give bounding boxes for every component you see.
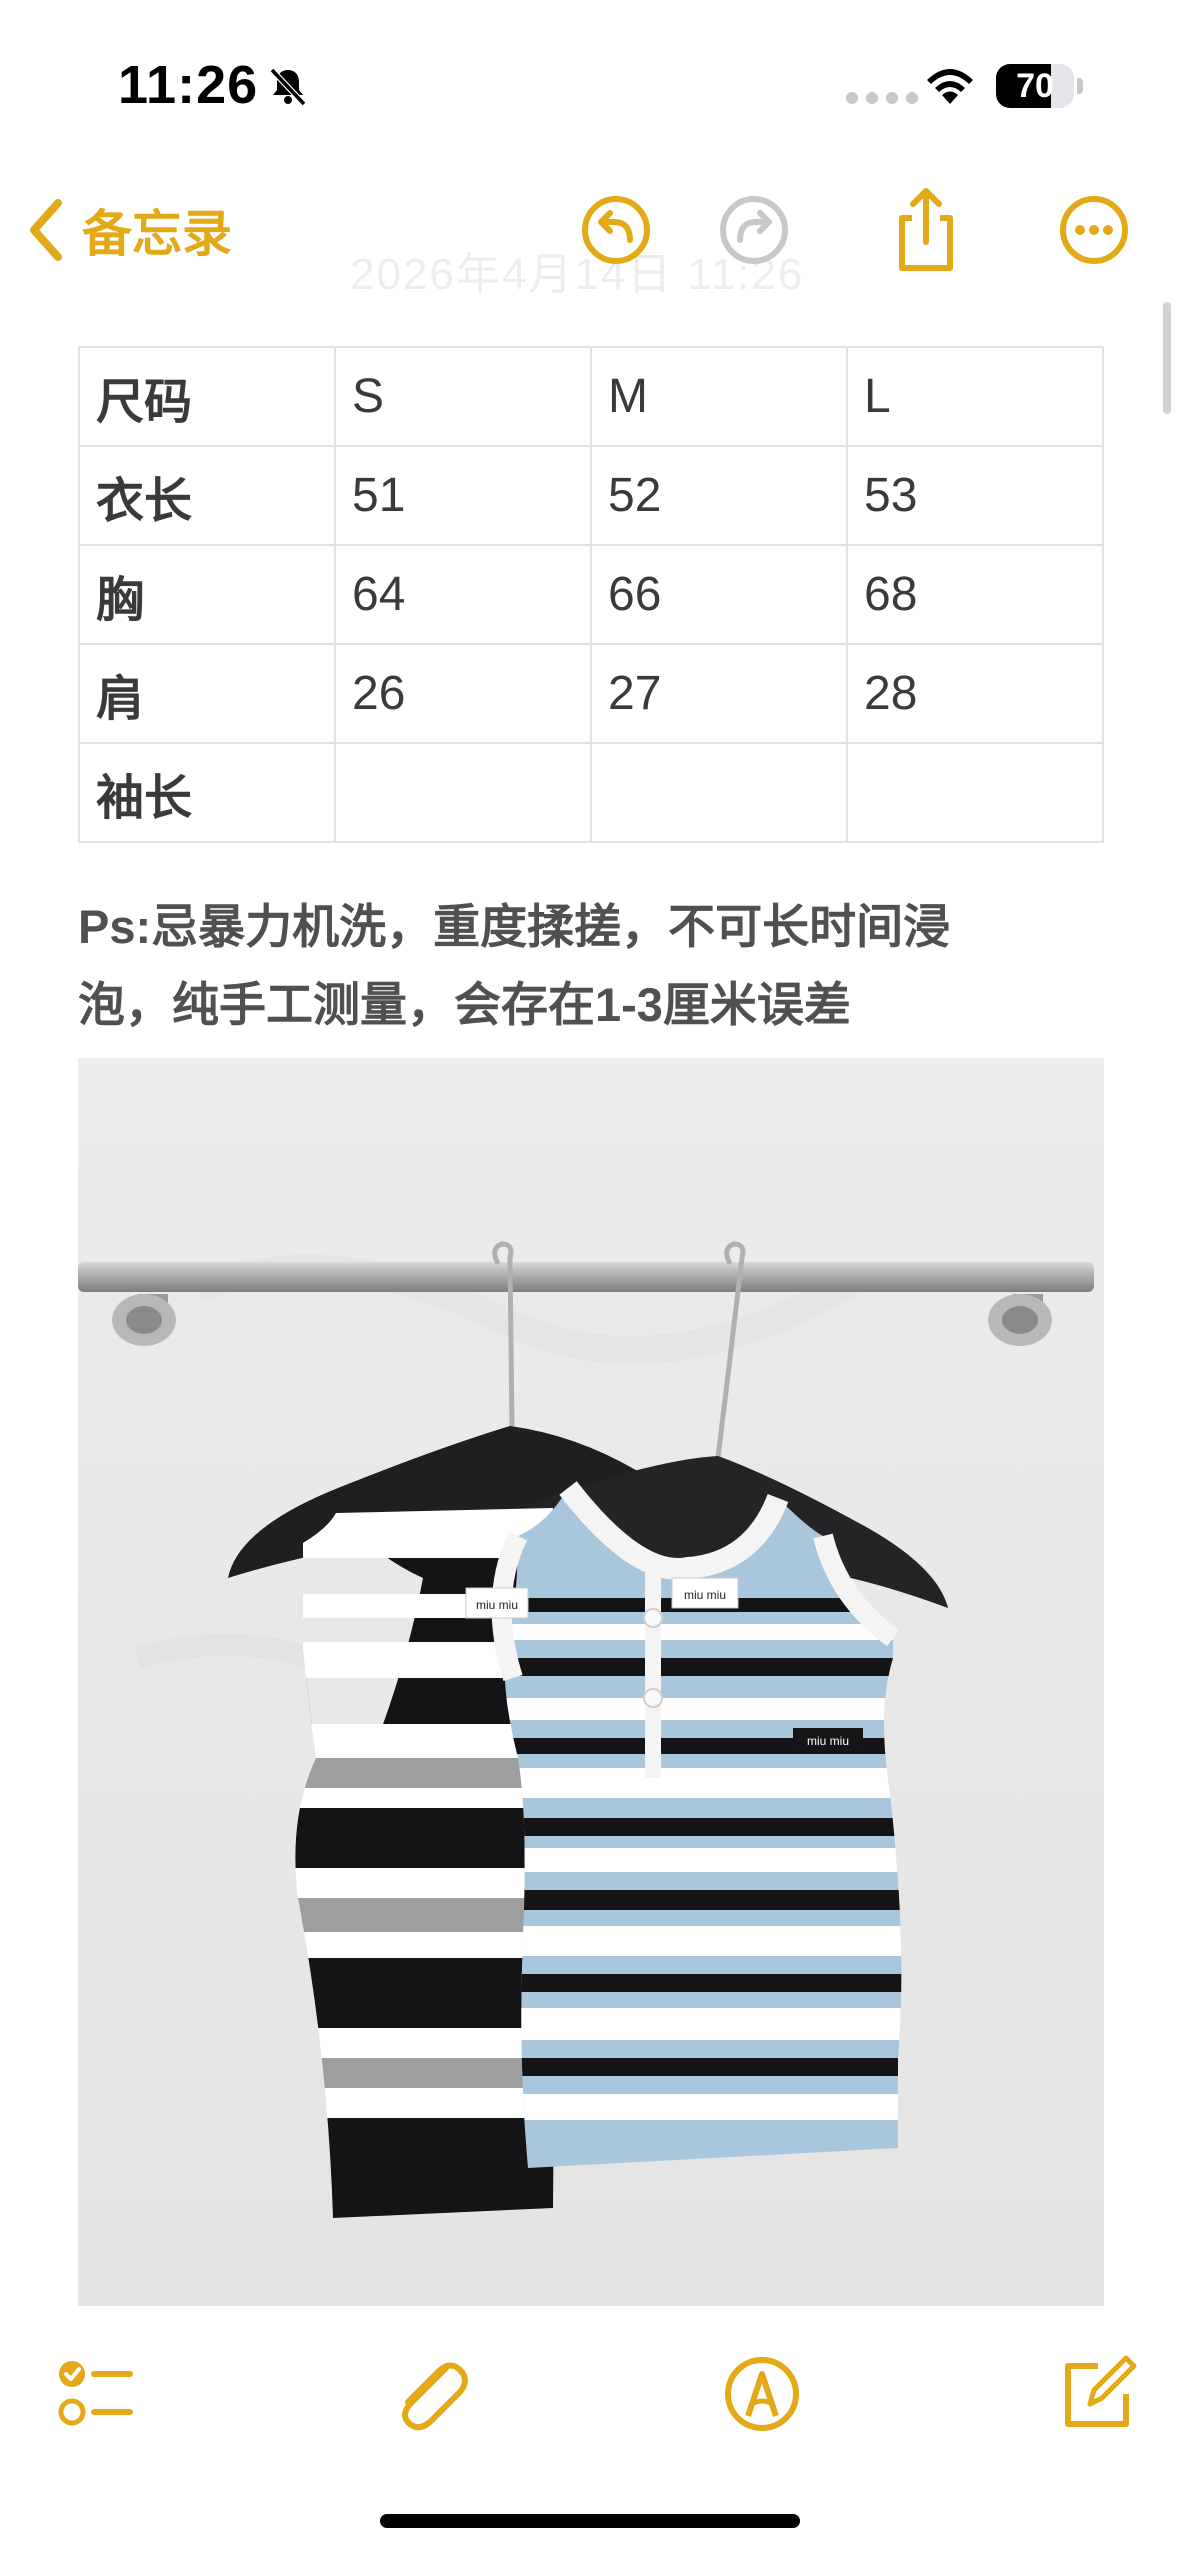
bottom-toolbar [0, 2336, 1179, 2456]
wifi-icon [927, 69, 973, 104]
more-icon[interactable] [1048, 184, 1140, 276]
nav-bar: 2026年4月14日 11:26 备忘录 [0, 170, 1179, 299]
table-row: 肩 26 27 28 [78, 643, 1104, 744]
table-row: 胸 64 66 68 [78, 544, 1104, 645]
photo-illustration: miu miu miu miu miu miu [78, 1058, 1104, 2306]
cellular-signal-icon [846, 92, 918, 104]
undo-icon[interactable] [570, 184, 662, 276]
table-cell[interactable]: 袖长 [78, 742, 336, 843]
table-cell[interactable] [846, 742, 1104, 843]
table-cell[interactable]: 26 [334, 643, 592, 744]
table-cell[interactable]: 68 [846, 544, 1104, 645]
neck-label-right: miu miu [684, 1588, 726, 1602]
table-cell[interactable]: 66 [590, 544, 848, 645]
table-row: 尺码 S M L [78, 346, 1104, 447]
chevron-left-icon [30, 199, 62, 261]
paperclip-icon[interactable] [380, 2344, 480, 2444]
table-row: 衣长 51 52 53 [78, 445, 1104, 546]
status-time: 11:26 [118, 55, 259, 115]
neck-label-left: miu miu [476, 1598, 518, 1612]
table-cell[interactable]: 肩 [78, 643, 336, 744]
back-button[interactable]: 备忘录 [24, 182, 232, 278]
product-photo[interactable]: miu miu miu miu miu miu [78, 1058, 1104, 2306]
battery-cap [1077, 78, 1083, 94]
table-cell[interactable]: 胸 [78, 544, 336, 645]
table-cell[interactable]: S [334, 346, 592, 447]
table-cell[interactable]: 27 [590, 643, 848, 744]
checklist-icon[interactable] [46, 2344, 146, 2444]
note-line: Ps:忌暴力机洗，重度揉搓，不可长时间浸 [78, 900, 951, 953]
table-cell[interactable]: M [590, 346, 848, 447]
note-line: 泡，纯手工测量，会存在1-3厘米误差 [78, 978, 851, 1031]
scroll-indicator[interactable] [1163, 302, 1171, 414]
table-cell[interactable]: 53 [846, 445, 1104, 546]
battery-level: 70 [1016, 67, 1054, 105]
bell-slash-icon [269, 67, 307, 107]
table-cell[interactable]: 28 [846, 643, 1104, 744]
status-bar: 11:26 70 [0, 0, 1179, 160]
note-body[interactable]: Ps:忌暴力机洗，重度揉搓，不可长时间浸 泡，纯手工测量，会存在1-3厘米误差 [78, 888, 1058, 1044]
table-cell[interactable]: L [846, 346, 1104, 447]
back-label: 备忘录 [82, 206, 232, 262]
battery-icon: 70 [996, 64, 1074, 108]
markup-pen-icon[interactable] [712, 2344, 812, 2444]
table-cell[interactable]: 52 [590, 445, 848, 546]
table-cell[interactable]: 64 [334, 544, 592, 645]
table-cell[interactable]: 尺码 [78, 346, 336, 447]
table-cell[interactable]: 51 [334, 445, 592, 546]
table-row: 袖长 [78, 742, 1104, 843]
table-cell[interactable] [334, 742, 592, 843]
table-cell[interactable]: 衣长 [78, 445, 336, 546]
size-table: 尺码 S M L 衣长 51 52 53 胸 64 66 68 肩 26 27 … [78, 346, 1104, 843]
logo-patch: miu miu [807, 1734, 849, 1748]
redo-icon[interactable] [708, 184, 800, 276]
compose-icon[interactable] [1046, 2344, 1146, 2444]
table-cell[interactable] [590, 742, 848, 843]
share-icon[interactable] [880, 184, 972, 276]
home-indicator[interactable] [380, 2514, 800, 2528]
